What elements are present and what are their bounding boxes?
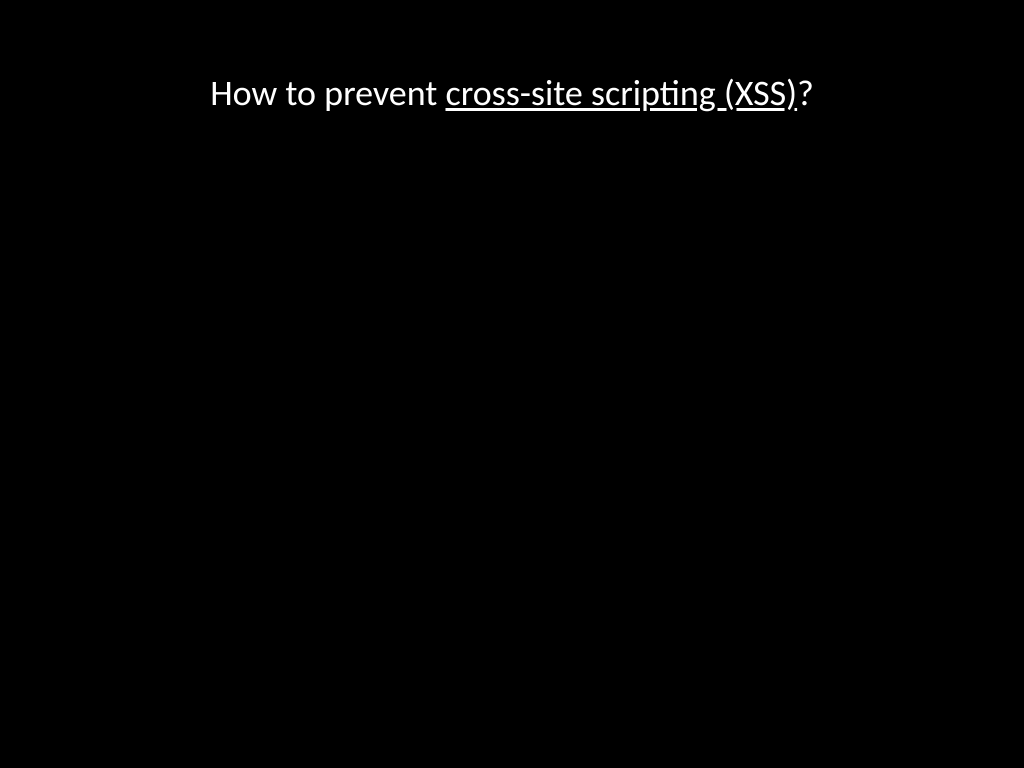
title-underlined: cross-site scripting (XSS) (446, 71, 798, 115)
title-suffix: ? (797, 71, 814, 115)
title-prefix: How to prevent (210, 71, 445, 115)
slide-container: How to prevent cross-site scripting (XSS… (0, 0, 1024, 768)
slide-title: How to prevent cross-site scripting (XSS… (0, 70, 1024, 117)
